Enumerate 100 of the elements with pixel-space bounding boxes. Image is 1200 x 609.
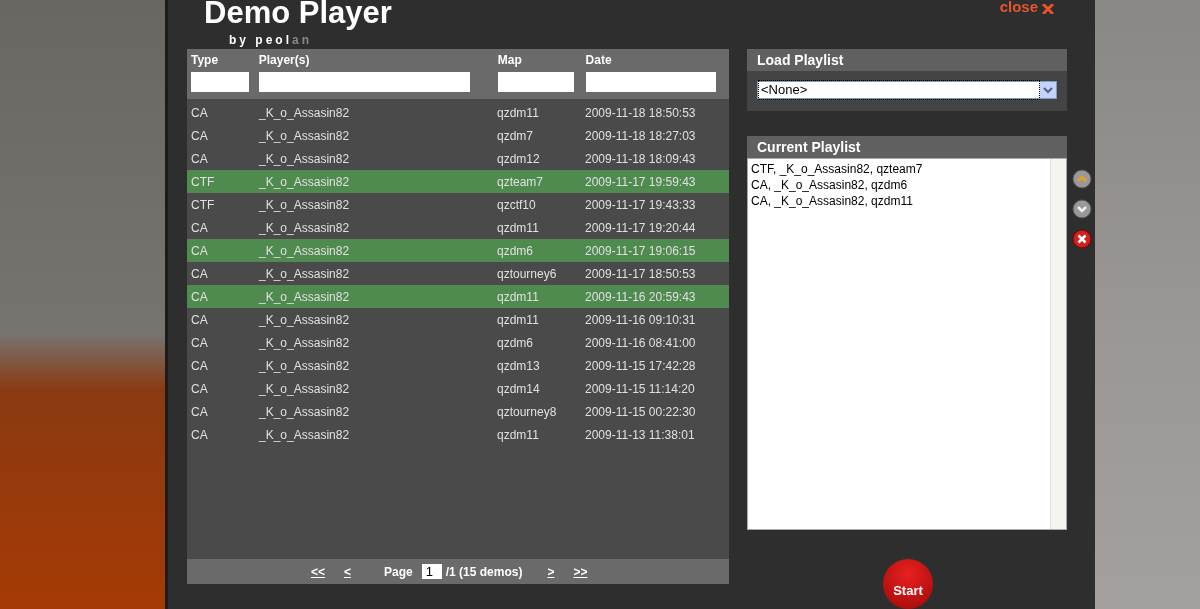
map-cell-text: qzdm11 <box>496 104 540 122</box>
type-cell-text: CA <box>190 150 209 168</box>
demo-row[interactable]: CA _K_o_Assasin82 qzdm11 2009-11-13 11:38:01 <box>187 423 729 446</box>
column-header: Map <box>497 52 523 69</box>
player-cell-text: _K_o_Assasin82 <box>258 288 351 306</box>
date-cell-text: 2009-11-18 18:27:03 <box>584 127 697 145</box>
type-cell-text: CA <box>190 219 209 237</box>
player-cell-text: _K_o_Assasin82 <box>258 311 351 329</box>
player-cell-text: _K_o_Assasin82 <box>258 357 351 375</box>
playlist-item[interactable]: CA, _K_o_Assasin82, qzdm6 <box>751 177 908 193</box>
demo-row[interactable]: CA _K_o_Assasin82 qzdm12 2009-11-18 18:09:43 <box>187 147 729 170</box>
demo-row[interactable]: CA _K_o_Assasin82 qztourney6 2009-11-17 18:50:53 <box>187 262 729 285</box>
map-cell-text: qzdm11 <box>496 219 540 237</box>
panel-title: Current Playlist <box>757 137 861 157</box>
player-cell-text: _K_o_Assasin82 <box>258 219 351 237</box>
player-cell-text: _K_o_Assasin82 <box>258 173 351 191</box>
map-cell-text: qzdm11 <box>496 311 540 329</box>
map-cell-text: qzteam7 <box>496 173 545 191</box>
caret-icon <box>1040 82 1056 98</box>
date-cell-text: 2009-11-15 00:22:30 <box>584 403 697 421</box>
start-button[interactable]: Start <box>883 559 933 609</box>
player-cell-text: _K_o_Assasin82 <box>258 426 351 444</box>
player-cell-text: _K_o_Assasin82 <box>258 403 351 421</box>
player-cell-text: _K_o_Assasin82 <box>258 196 351 214</box>
date-cell-text: 2009-11-15 11:14:20 <box>584 380 696 398</box>
map-cell-text: qzdm6 <box>496 334 535 352</box>
column-header: Date <box>585 52 613 69</box>
map-cell-text: qzdm13 <box>496 357 541 375</box>
date-cell-text: 2009-11-16 09:10:31 <box>584 311 697 329</box>
demo-row[interactable]: CA _K_o_Assasin82 qzdm6 2009-11-16 08:41:00 <box>187 331 729 354</box>
playlist-dropdown[interactable]: <None> <box>757 81 1057 99</box>
panel-title: Load Playlist <box>757 50 844 70</box>
type-cell-text: CA <box>190 426 209 444</box>
type-cell-text: CA <box>190 104 209 122</box>
filter-field[interactable] <box>497 72 574 92</box>
date-cell-text: 2009-11-18 18:50:53 <box>584 104 697 122</box>
date-cell-text: 2009-11-17 19:59:43 <box>584 173 697 191</box>
filter-field[interactable] <box>258 72 470 92</box>
column-header: Player(s) <box>258 52 311 69</box>
date-cell-text: 2009-11-17 18:50:53 <box>584 265 697 283</box>
demo-row[interactable]: CA _K_o_Assasin82 qzdm14 2009-11-15 11:14:20 <box>187 377 729 400</box>
type-cell-text: CA <box>190 127 209 145</box>
move-up-icon[interactable] <box>1072 169 1092 189</box>
map-cell-text: qztourney8 <box>496 403 558 421</box>
type-cell-text: CA <box>190 288 209 306</box>
demo-row[interactable]: CA _K_o_Assasin82 qzdm11 2009-11-16 09:10:31 <box>187 308 729 331</box>
type-cell-text: CTF <box>190 196 216 214</box>
page-label: Page <box>384 563 413 581</box>
map-cell-text: qztourney6 <box>496 265 558 283</box>
subtitle: by peol an <box>229 32 314 49</box>
map-cell-text: qzdm11 <box>496 426 540 444</box>
type-cell-text: CA <box>190 403 209 421</box>
date-cell-text: 2009-11-13 11:38:01 <box>584 426 696 444</box>
player-cell-text: _K_o_Assasin82 <box>258 265 351 283</box>
page-total: /1 (15 demos) <box>445 563 523 581</box>
map-cell-text: qzdm7 <box>496 127 535 145</box>
date-cell-text: 2009-11-15 17:42:28 <box>584 357 697 375</box>
next-page-link[interactable]: > <box>547 562 555 581</box>
demo-row[interactable]: CA _K_o_Assasin82 qzdm13 2009-11-15 17:42:28 <box>187 354 729 377</box>
player-cell-text: _K_o_Assasin82 <box>258 127 351 145</box>
demo-row[interactable]: CTF _K_o_Assasin82 qzctf10 2009-11-17 19:43:33 <box>187 193 729 216</box>
map-cell-text: qzdm11 <box>496 288 540 306</box>
type-cell-text: CA <box>190 265 209 283</box>
date-cell-text: 2009-11-18 18:09:43 <box>584 150 697 168</box>
map-cell-text: qzctf10 <box>496 196 537 214</box>
player-cell-text: _K_o_Assasin82 <box>258 150 351 168</box>
map-cell-text: qzdm12 <box>496 150 541 168</box>
demo-row[interactable]: CA _K_o_Assasin82 qzdm7 2009-11-18 18:27:03 <box>187 124 729 147</box>
filter-field[interactable] <box>191 72 249 92</box>
last-page-link[interactable]: >> <box>573 562 588 581</box>
type-cell-text: CA <box>190 311 209 329</box>
remove-icon[interactable] <box>1072 229 1092 249</box>
demo-row[interactable]: CA _K_o_Assasin82 qzdm11 2009-11-17 19:20:44 <box>187 216 729 239</box>
date-cell-text: 2009-11-17 19:06:15 <box>584 242 697 260</box>
demo-row[interactable]: CA _K_o_Assasin82 qzdm11 2009-11-18 18:50:53 <box>187 101 729 124</box>
move-down-icon[interactable] <box>1072 199 1092 219</box>
playlist-item[interactable]: CTF, _K_o_Assasin82, qzteam7 <box>751 161 923 177</box>
type-cell-text: CA <box>190 242 209 260</box>
first-page-link[interactable]: << <box>311 562 325 581</box>
playlist-item[interactable]: CA, _K_o_Assasin82, qzdm11 <box>751 193 913 209</box>
type-cell-text: CA <box>190 357 209 375</box>
column-header: Type <box>191 52 220 69</box>
close-icon <box>1042 4 1054 14</box>
demo-row[interactable]: CA _K_o_Assasin82 qztourney8 2009-11-15 00:22:30 <box>187 400 729 423</box>
player-cell-text: _K_o_Assasin82 <box>258 334 351 352</box>
date-cell-text: 2009-11-17 19:43:33 <box>584 196 697 214</box>
close-button[interactable]: close <box>999 0 1054 14</box>
type-cell-text: CTF <box>190 173 216 191</box>
date-cell-text: 2009-11-16 08:41:00 <box>584 334 697 352</box>
player-cell-text: _K_o_Assasin82 <box>258 242 351 260</box>
filter-field[interactable] <box>585 72 716 92</box>
date-cell-text: 2009-11-17 19:20:44 <box>584 219 697 237</box>
player-cell-text: _K_o_Assasin82 <box>258 380 351 398</box>
date-cell-text: 2009-11-16 20:59:43 <box>584 288 697 306</box>
map-cell-text: qzdm6 <box>496 242 535 260</box>
map-cell-text: qzdm14 <box>496 380 541 398</box>
type-cell-text: CA <box>190 380 209 398</box>
page-field[interactable]: 1 <box>421 564 442 579</box>
player-cell-text: _K_o_Assasin82 <box>258 104 351 122</box>
previous-page-link[interactable]: < <box>344 562 352 581</box>
